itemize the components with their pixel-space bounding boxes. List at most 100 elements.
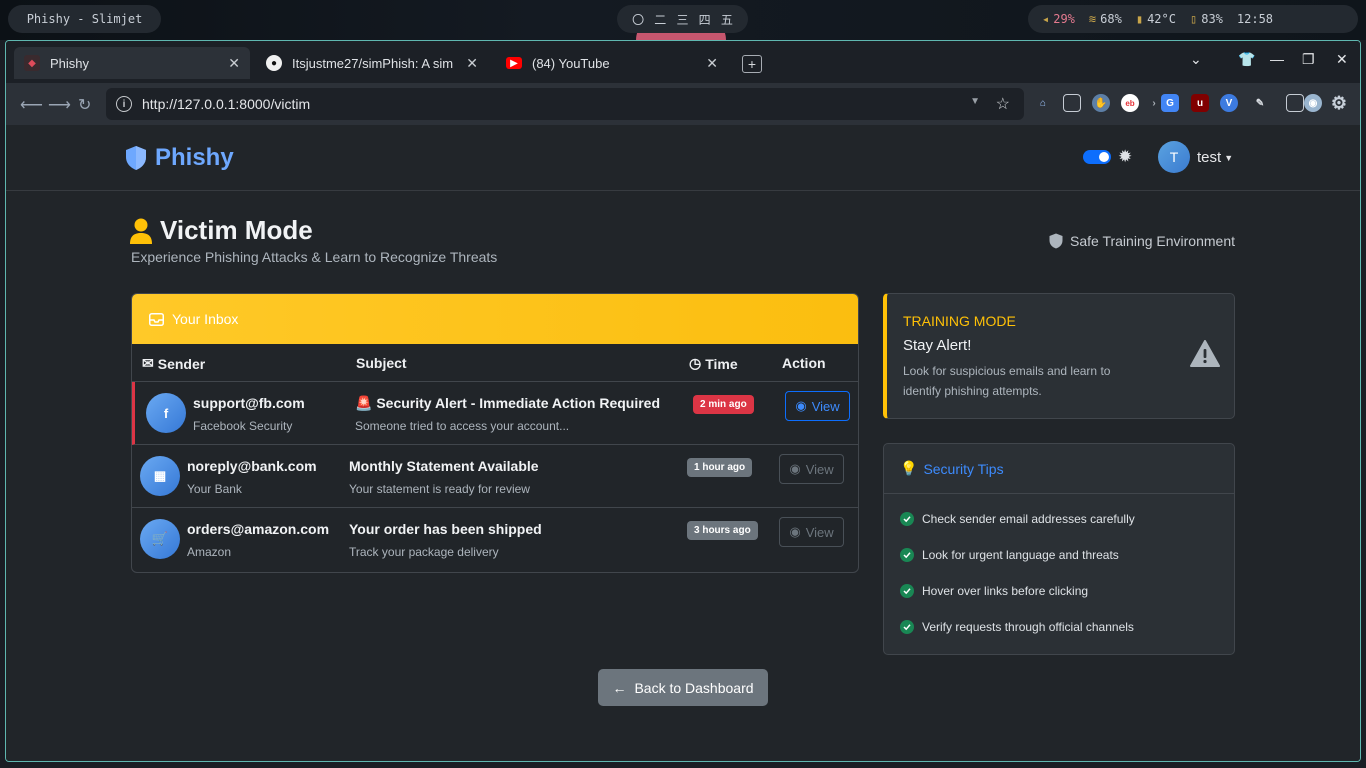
inbox-header: Your Inbox: [132, 294, 858, 344]
page-title: Victim Mode: [130, 215, 313, 246]
window-icon[interactable]: [1063, 94, 1081, 112]
user-menu[interactable]: test ▼: [1197, 149, 1233, 166]
hand-icon[interactable]: ✋: [1092, 94, 1110, 112]
workspace-3[interactable]: 三: [676, 11, 688, 28]
site-info-icon[interactable]: i: [116, 96, 132, 112]
inbox-card: Your Inbox ✉ Sender Subject ◷ Time Action …: [131, 293, 859, 573]
reload-icon[interactable]: ↻: [78, 95, 91, 115]
security-tips-card: 💡 Security Tips Check sender email addre…: [883, 443, 1235, 655]
avatar[interactable]: T: [1158, 141, 1190, 173]
user-icon: [130, 218, 152, 244]
inbox-icon: [149, 312, 164, 326]
view-email-button[interactable]: ◉ View: [779, 517, 844, 547]
app-navbar: Phishy ✹ T test ▼: [6, 125, 1360, 191]
email-preview: Track your package delivery: [349, 545, 499, 559]
wifi-status[interactable]: ≋ 68%: [1089, 12, 1122, 26]
training-title: Stay Alert!: [903, 337, 972, 354]
training-mode-card: TRAINING MODE Stay Alert! Look for suspi…: [883, 293, 1235, 419]
subject-column-header: Subject: [356, 355, 407, 371]
eyedropper-icon[interactable]: ✎: [1251, 94, 1269, 112]
time-badge: 1 hour ago: [687, 458, 753, 477]
training-label: TRAINING MODE: [903, 313, 1016, 329]
sender-name: Your Bank: [187, 482, 242, 496]
shopping-cart-icon: 🛒: [140, 519, 180, 559]
tab-github[interactable]: ● Itsjustme27/simPhish: A sim ✕: [256, 47, 488, 79]
workspace-switcher[interactable]: 〇 二 三 四 五: [617, 5, 748, 33]
facebook-icon: f: [146, 393, 186, 433]
sender-column-header: ✉ Sender: [142, 355, 206, 372]
battery-status: ▯ 83%: [1189, 12, 1223, 26]
close-tab-icon[interactable]: ✕: [706, 55, 718, 72]
check-circle-icon: [900, 512, 914, 526]
laravel-icon: ◆: [24, 55, 40, 71]
tab-phishy[interactable]: ◆ Phishy ✕: [14, 47, 250, 79]
brand-logo[interactable]: Phishy: [125, 144, 234, 172]
view-email-button[interactable]: ◉ View: [779, 454, 844, 484]
check-circle-icon: [900, 548, 914, 562]
url-text[interactable]: http://127.0.0.1:8000/victim: [142, 96, 310, 112]
github-icon: ●: [266, 55, 282, 71]
action-column-header: Action: [782, 355, 826, 371]
sender-email: support@fb.com: [193, 395, 305, 411]
wifi-icon: ≋: [1088, 12, 1097, 26]
workspace-1[interactable]: 〇: [632, 11, 644, 28]
workspace-5[interactable]: 五: [721, 11, 733, 28]
settings-gear-icon[interactable]: ⚙: [1330, 93, 1348, 113]
table-row[interactable]: f support@fb.com Facebook Security 🚨 Sec…: [132, 382, 858, 445]
volume-status[interactable]: ◂ 29%: [1042, 12, 1075, 26]
close-tab-icon[interactable]: ✕: [228, 55, 240, 72]
inbox-table-header: ✉ Sender Subject ◷ Time Action: [132, 344, 858, 382]
training-text: Look for suspicious emails and learn to …: [903, 364, 1111, 398]
ublock-icon[interactable]: u: [1191, 94, 1209, 112]
clock-icon: ◷: [689, 355, 702, 371]
bookmark-star-icon[interactable]: ☆: [996, 94, 1010, 114]
workspace-4[interactable]: 四: [699, 11, 711, 28]
new-tab-button[interactable]: +: [742, 55, 762, 73]
forward-arrow-icon[interactable]: ⟶: [48, 95, 71, 115]
close-window-button[interactable]: ✕: [1336, 51, 1348, 68]
envelope-icon: ✉: [142, 355, 154, 371]
youtube-icon: ▶: [506, 57, 522, 69]
sender-name: Facebook Security: [193, 419, 293, 433]
list-item: Look for urgent language and threats: [900, 548, 1119, 562]
temperature-status: ▮ 42°C: [1135, 12, 1176, 26]
caret-down-icon: ▼: [1224, 153, 1234, 164]
theme-toggle[interactable]: [1083, 150, 1111, 164]
email-preview: Your statement is ready for review: [349, 482, 530, 496]
view-email-button[interactable]: ◉ View: [785, 391, 850, 421]
system-status: ◂ 29% ≋ 68% ▮ 42°C ▯ 83% 12:58: [1028, 5, 1358, 33]
back-to-dashboard-button[interactable]: ← Back to Dashboard: [598, 669, 768, 706]
restore-button[interactable]: ❐: [1302, 51, 1315, 68]
translate-icon[interactable]: G: [1161, 94, 1179, 112]
minimize-button[interactable]: —: [1270, 51, 1284, 67]
table-row[interactable]: 🛒 orders@amazon.com Amazon Your order ha…: [132, 508, 858, 571]
puzzle-icon[interactable]: [1286, 94, 1304, 112]
profile-icon[interactable]: ◉: [1304, 94, 1322, 112]
shirt-icon[interactable]: 👕: [1238, 51, 1255, 68]
vimium-icon[interactable]: V: [1220, 94, 1238, 112]
table-row[interactable]: ▦ noreply@bank.com Your Bank Monthly Sta…: [132, 445, 858, 508]
tips-header: 💡 Security Tips: [884, 444, 1234, 494]
clock: 12:58: [1236, 12, 1274, 26]
close-tab-icon[interactable]: ✕: [466, 55, 478, 72]
address-bar[interactable]: i http://127.0.0.1:8000/victim ▼ ☆: [106, 88, 1024, 120]
workspace-2[interactable]: 二: [654, 11, 666, 28]
list-item: Check sender email addresses carefully: [900, 512, 1135, 526]
warning-triangle-icon: [1190, 340, 1220, 367]
eye-icon: ◉: [789, 461, 801, 476]
ebay-icon[interactable]: eb: [1121, 94, 1139, 112]
home-icon[interactable]: ⌂: [1034, 94, 1052, 112]
list-item: Verify requests through official channel…: [900, 620, 1134, 634]
tab-youtube[interactable]: ▶ (84) YouTube ✕: [496, 47, 728, 79]
theme-gear-icon[interactable]: ✹: [1118, 147, 1132, 167]
battery-icon: ▯: [1189, 12, 1198, 26]
sender-name: Amazon: [187, 545, 232, 559]
time-column-header: ◷ Time: [689, 355, 738, 372]
tab-list-chevron-icon[interactable]: ⌄: [1190, 51, 1202, 68]
tab-strip: ◆ Phishy ✕ ● Itsjustme27/simPhish: A sim…: [6, 41, 1360, 83]
url-dropdown-icon[interactable]: ▼: [970, 96, 980, 107]
safe-environment-label: Safe Training Environment: [1049, 233, 1235, 249]
browser-window: ◆ Phishy ✕ ● Itsjustme27/simPhish: A sim…: [5, 40, 1361, 762]
back-arrow-icon[interactable]: ⟵: [20, 95, 43, 115]
desktop-top-bar: Phishy - Slimjet 〇 二 三 四 五 ◂ 29% ≋ 68% ▮ 42…: [0, 0, 1366, 40]
